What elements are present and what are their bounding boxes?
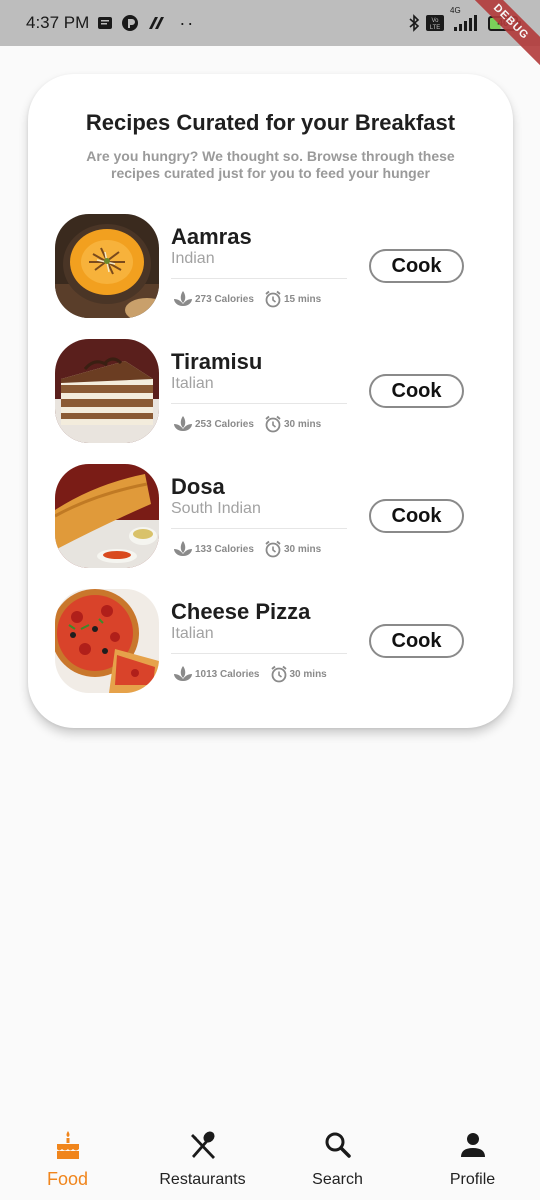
nav-label: Search: [312, 1171, 363, 1188]
cook-button[interactable]: Cook: [369, 499, 464, 533]
recipe-calories: 253 Calories: [195, 418, 254, 430]
app-icon: [121, 14, 139, 32]
recipes-card: Recipes Curated for your Breakfast Are y…: [28, 74, 513, 728]
signal-icon: 4G: [450, 6, 482, 31]
person-icon: [459, 1130, 487, 1165]
recipe-image-tiramisu: [55, 339, 159, 443]
recipe-calories: 133 Calories: [195, 543, 254, 555]
alarm-clock-icon: [264, 540, 282, 558]
cook-button[interactable]: Cook: [369, 249, 464, 283]
search-icon: [324, 1130, 352, 1165]
nav-item-food[interactable]: Food: [0, 1130, 135, 1190]
volte-icon: Vo LTE: [426, 15, 444, 31]
recipe-time: 30 mins: [283, 418, 322, 430]
app-logo-icon: [147, 15, 165, 31]
more-notifications-icon: ··: [179, 12, 196, 33]
debug-banner: DEBUG: [457, 0, 540, 76]
recipe-calories: 1013 Calories: [195, 668, 260, 680]
recipe-calories: 273 Calories: [195, 293, 254, 305]
nav-item-restaurants[interactable]: Restaurants: [135, 1130, 270, 1189]
recipe-meta: 1013 Calories 30 mins: [173, 665, 327, 683]
alarm-clock-icon: [264, 415, 282, 433]
nav-label: Restaurants: [159, 1171, 246, 1188]
recipe-time: 15 mins: [283, 293, 322, 305]
nav-label: Food: [46, 1169, 89, 1189]
recipe-cuisine: Italian: [171, 625, 214, 642]
page-title: Recipes Curated for your Breakfast: [85, 110, 456, 135]
bottom-nav: Food Restaurants Search Profile: [0, 1120, 540, 1200]
message-icon: [97, 16, 113, 30]
network-type: 4G: [450, 6, 461, 15]
cake-icon: [54, 1130, 82, 1165]
recipe-name: Dosa: [171, 474, 225, 499]
utensils-icon: [189, 1130, 217, 1165]
alarm-clock-icon: [270, 665, 288, 683]
leaf-calories-icon: [173, 665, 193, 683]
cook-button[interactable]: Cook: [369, 374, 464, 408]
leaf-calories-icon: [173, 290, 193, 308]
cook-button[interactable]: Cook: [369, 624, 464, 658]
recipe-name: Tiramisu: [171, 349, 263, 374]
recipe-item-aamras[interactable]: Aamras Indian 273 Calories 15 mins Cook: [55, 214, 513, 339]
svg-text:LTE: LTE: [430, 25, 441, 31]
status-bar: 4:37 PM ·· VoLTE 4G 40 DEBUG: [0, 0, 540, 76]
status-time: 4:37 PM: [26, 13, 90, 32]
recipe-cuisine: Indian: [171, 250, 215, 267]
recipe-image-dosa: [55, 464, 159, 568]
alarm-clock-icon: [264, 290, 282, 308]
divider: [171, 278, 347, 279]
recipe-item-tiramisu[interactable]: Tiramisu Italian 253 Calories 30 mins Co…: [55, 339, 513, 464]
recipe-name: Aamras: [171, 224, 252, 249]
divider: [171, 653, 347, 654]
leaf-calories-icon: [173, 415, 193, 433]
recipe-time: 30 mins: [289, 668, 327, 680]
divider: [171, 528, 347, 529]
recipe-meta: 253 Calories 30 mins: [173, 415, 321, 433]
leaf-calories-icon: [173, 540, 193, 558]
recipe-time: 30 mins: [283, 543, 322, 555]
svg-text:Vo: Vo: [431, 18, 439, 24]
nav-label: Profile: [449, 1171, 496, 1188]
recipe-list: Aamras Indian 273 Calories 15 mins Cook: [55, 214, 513, 714]
recipe-name: Cheese Pizza: [171, 599, 311, 624]
nav-item-profile[interactable]: Profile: [405, 1130, 540, 1189]
recipe-image-aamras: [55, 214, 159, 318]
divider: [171, 403, 347, 404]
recipe-item-cheese-pizza[interactable]: Cheese Pizza Italian 1013 Calories 30 mi…: [55, 589, 513, 714]
nav-item-search[interactable]: Search: [270, 1130, 405, 1189]
recipe-image-cheese-pizza: [55, 589, 159, 693]
bluetooth-icon: [408, 14, 420, 32]
page-subtitle: Are you hungry? We thought so. Browse th…: [86, 148, 455, 181]
recipe-item-dosa[interactable]: Dosa South Indian 133 Calories 30 mins C…: [55, 464, 513, 589]
recipe-cuisine: South Indian: [171, 500, 261, 517]
recipe-cuisine: Italian: [171, 375, 214, 392]
recipe-meta: 133 Calories 30 mins: [173, 540, 321, 558]
recipe-meta: 273 Calories 15 mins: [173, 290, 321, 308]
